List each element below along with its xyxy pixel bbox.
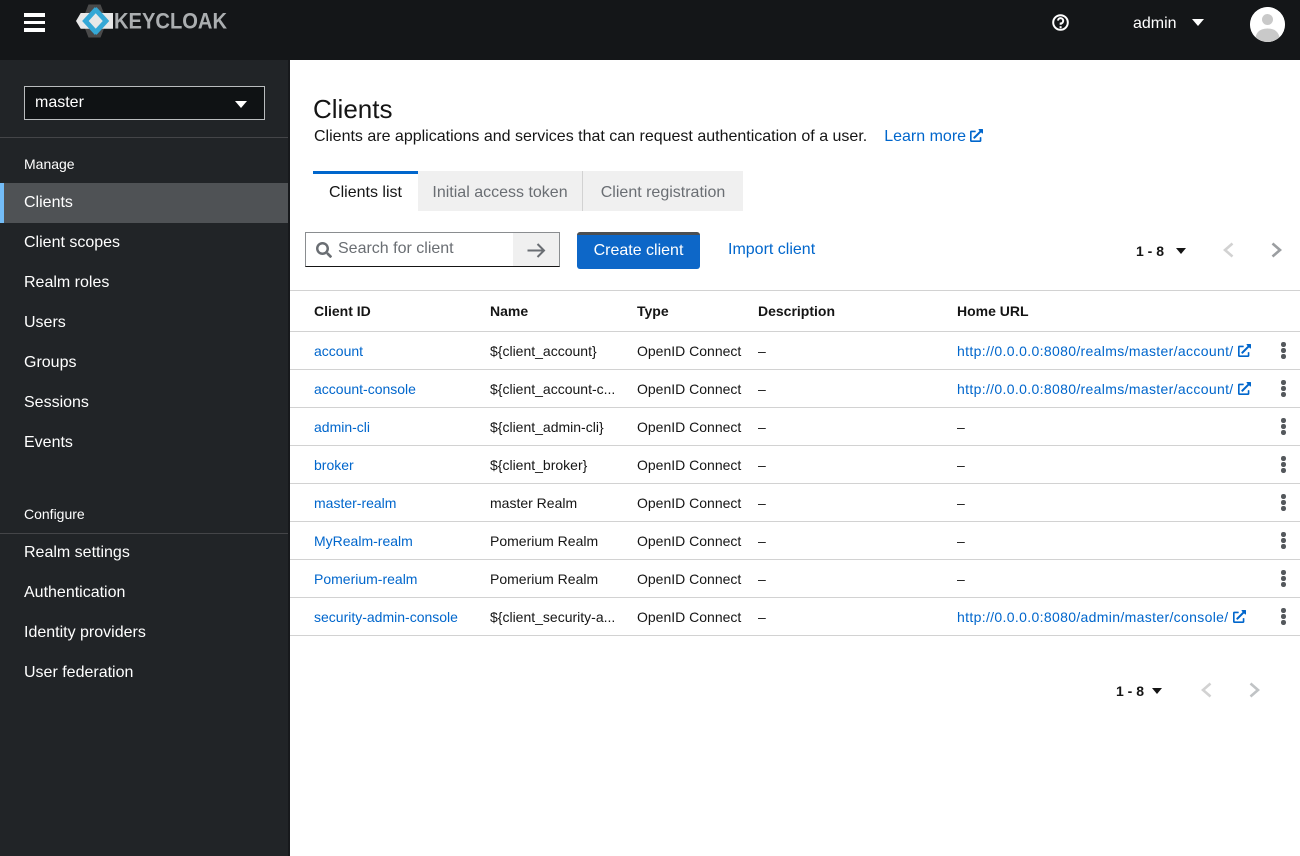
svg-text:KEYCLOAK: KEYCLOAK <box>114 9 228 34</box>
